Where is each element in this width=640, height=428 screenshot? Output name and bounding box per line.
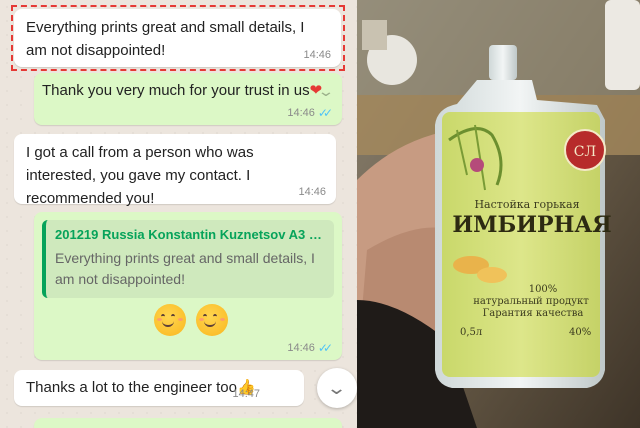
quote-author: 201219 Russia Konstantin Kuznetsov A3 ru… (55, 227, 326, 242)
smiling-face-emoji-icon (196, 304, 228, 336)
label-percent: 100% (529, 284, 558, 295)
message-outgoing[interactable]: Thank you very much for your trust in us… (34, 73, 342, 125)
label-line2: Гарантия качества (483, 308, 584, 319)
product-photo: СЛ Настойка горькая ИМБИРНАЯ 100% натура… (357, 0, 640, 428)
message-time: 14:46 ✓✓ (287, 106, 333, 120)
emoji-row (154, 304, 232, 336)
chevron-down-icon: ⌄ (326, 377, 348, 398)
smiling-face-emoji-icon (154, 304, 186, 336)
scroll-to-bottom-button[interactable]: ⌄ (317, 368, 357, 408)
message-text: I got a call from a person who was inter… (26, 144, 254, 207)
read-ticks-icon: ✓✓ (317, 106, 333, 120)
message-outgoing-reply[interactable]: 201219 Russia Konstantin Kuznetsov A3 ru… (34, 212, 342, 360)
message-time: 14:46 ✓✓ (287, 341, 333, 355)
label-seal-letters: СЛ (574, 144, 596, 160)
label-line1: натуральный продукт (473, 296, 589, 307)
label-brand-top: Настойка горькая (474, 198, 579, 211)
quote-text: Everything prints great and small detail… (55, 250, 315, 287)
read-ticks-icon: ✓✓ (317, 341, 333, 355)
bottle-photo-illustration: СЛ Настойка горькая ИМБИРНАЯ 100% натура… (357, 0, 640, 428)
message-outgoing-partial[interactable] (34, 418, 342, 428)
message-time: 14:46 (298, 186, 326, 198)
message-text: Thanks a lot to the engineer too👍 (26, 379, 256, 396)
chevron-down-icon[interactable]: ⌄ (317, 80, 335, 103)
quoted-message[interactable]: 201219 Russia Konstantin Kuznetsov A3 ru… (42, 220, 334, 298)
label-abv: 40% (569, 327, 591, 338)
message-text: Thank you very much for your trust in us… (42, 82, 323, 99)
message-incoming[interactable]: I got a call from a person who was inter… (14, 134, 336, 207)
message-incoming[interactable]: Thanks a lot to the engineer too👍 14:47 (14, 370, 304, 406)
label-volume: 0,5л (460, 327, 482, 338)
chat-panel: Everything prints great and small detail… (0, 0, 357, 428)
label-brand-name: ИМБИРНАЯ (452, 212, 611, 238)
message-time: 14:47 (232, 388, 260, 400)
highlight-box (11, 5, 345, 71)
